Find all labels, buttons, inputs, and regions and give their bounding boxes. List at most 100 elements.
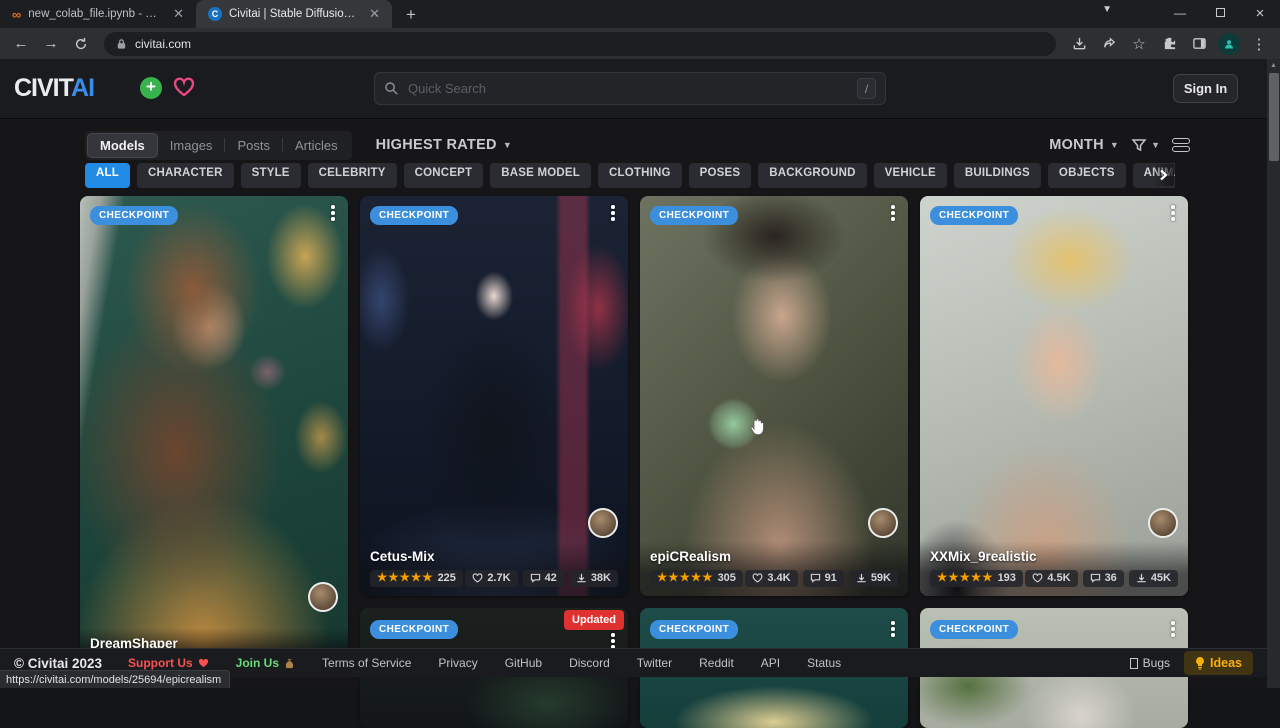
- sign-in-button[interactable]: Sign In: [1173, 74, 1238, 103]
- layout-toggle-button[interactable]: [1172, 138, 1190, 152]
- filter-chip-clothing[interactable]: CLOTHING: [598, 163, 682, 188]
- page-scrollbar[interactable]: ▲: [1267, 59, 1280, 688]
- tab-images[interactable]: Images: [158, 134, 225, 157]
- download-page-icon[interactable]: [1066, 31, 1092, 57]
- new-tab-button[interactable]: +: [392, 5, 430, 28]
- period-dropdown[interactable]: MONTH▼: [1049, 137, 1119, 153]
- tab-models[interactable]: Models: [87, 133, 158, 158]
- tab-civitai[interactable]: C Civitai | Stable Diffusion models, ✕: [196, 0, 392, 28]
- model-card-xxmix-9realistic[interactable]: CHECKPOINT XXMix_9realistic ★★★★★193 4.5…: [920, 196, 1188, 596]
- filter-dropdown[interactable]: ▼: [1131, 137, 1160, 153]
- tab-title: new_colab_file.ipynb - Colaborat: [28, 8, 164, 20]
- restore-button[interactable]: [1200, 6, 1240, 20]
- downloads-pill: 45K: [1129, 570, 1178, 587]
- creator-avatar[interactable]: [868, 508, 898, 538]
- browser-status-bubble: https://civitai.com/models/25694/epicrea…: [0, 670, 230, 688]
- search-input[interactable]: Quick Search /: [374, 72, 886, 105]
- rating-pill: ★★★★★305: [650, 570, 743, 588]
- filter-chip-all[interactable]: ALL: [85, 163, 130, 188]
- likes-pill: 3.4K: [745, 570, 797, 587]
- back-button[interactable]: ←: [8, 31, 34, 57]
- close-window-button[interactable]: ×: [1240, 5, 1280, 22]
- window-controls: — ×: [1160, 0, 1280, 26]
- reload-button[interactable]: [68, 31, 94, 57]
- bookmark-star-icon[interactable]: ☆: [1126, 31, 1152, 57]
- downloads-pill: 59K: [849, 570, 898, 587]
- card-menu-kebab-icon[interactable]: [884, 202, 902, 224]
- footer-link-status[interactable]: Status: [807, 656, 841, 670]
- footer-link-join-us[interactable]: Join Us: [236, 656, 295, 670]
- search-shortcut-key: /: [857, 78, 876, 99]
- chevron-right-icon: [1157, 169, 1169, 181]
- bugs-button[interactable]: Bugs: [1130, 656, 1170, 670]
- model-title: XXMix_9realistic: [930, 549, 1178, 564]
- heart-icon: [198, 658, 209, 668]
- heart-icon: [472, 573, 483, 583]
- card-menu-kebab-icon[interactable]: [1164, 618, 1182, 640]
- download-icon: [856, 573, 867, 584]
- side-panel-icon[interactable]: [1186, 31, 1212, 57]
- card-menu-kebab-icon[interactable]: [1164, 202, 1182, 224]
- footer-link-privacy[interactable]: Privacy: [438, 656, 477, 670]
- model-type-badge: CHECKPOINT: [650, 206, 738, 225]
- footer-link-terms[interactable]: Terms of Service: [322, 656, 411, 670]
- support-heart-icon[interactable]: [172, 76, 196, 98]
- filter-chip-style[interactable]: STYLE: [241, 163, 301, 188]
- star-icons: ★★★★★: [377, 573, 434, 585]
- tab-search-chevron-icon[interactable]: ▼: [1102, 4, 1112, 15]
- card-menu-kebab-icon[interactable]: [604, 202, 622, 224]
- card-menu-kebab-icon[interactable]: [884, 618, 902, 640]
- filter-chip-character[interactable]: CHARACTER: [137, 163, 234, 188]
- share-icon[interactable]: [1096, 31, 1122, 57]
- model-card-epicrealism[interactable]: CHECKPOINT epiCRealism ★★★★★305 3.4K 91 …: [640, 196, 908, 596]
- filter-chip-objects[interactable]: OBJECTS: [1048, 163, 1126, 188]
- forward-button[interactable]: →: [38, 31, 64, 57]
- address-bar[interactable]: civitai.com: [104, 32, 1056, 56]
- tab-close-icon[interactable]: ✕: [367, 6, 382, 22]
- create-plus-button[interactable]: +: [140, 77, 162, 99]
- likes-pill: 2.7K: [465, 570, 517, 587]
- civitai-logo[interactable]: CIVITAI: [14, 74, 94, 103]
- ideas-button[interactable]: Ideas: [1184, 651, 1253, 675]
- comment-icon: [530, 573, 541, 583]
- footer-link-github[interactable]: GitHub: [505, 656, 542, 670]
- lightbulb-icon: [1195, 657, 1205, 670]
- browser-toolbar: ← → civitai.com ☆ ⋮: [0, 28, 1280, 59]
- comments-pill: 36: [1083, 570, 1124, 587]
- content-type-tabs: Models Images Posts Articles: [85, 131, 352, 160]
- filter-chip-vehicle[interactable]: VEHICLE: [874, 163, 947, 188]
- filter-chip-buildings[interactable]: BUILDINGS: [954, 163, 1041, 188]
- filter-chip-celebrity[interactable]: CELEBRITY: [308, 163, 397, 188]
- scroll-up-arrow-icon[interactable]: ▲: [1267, 59, 1280, 72]
- tab-posts[interactable]: Posts: [225, 134, 282, 157]
- footer-link-api[interactable]: API: [761, 656, 780, 670]
- footer-link-discord[interactable]: Discord: [569, 656, 610, 670]
- lock-icon: [116, 38, 127, 50]
- filter-chip-background[interactable]: BACKGROUND: [758, 163, 866, 188]
- creator-avatar[interactable]: [588, 508, 618, 538]
- card-menu-kebab-icon[interactable]: [324, 202, 342, 224]
- minimize-button[interactable]: —: [1160, 6, 1200, 20]
- filters-scroll-right-button[interactable]: [1152, 164, 1174, 186]
- creator-avatar[interactable]: [1148, 508, 1178, 538]
- model-card-cetus-mix[interactable]: CHECKPOINT Cetus-Mix ★★★★★225 2.7K 42 38…: [360, 196, 628, 596]
- footer-link-twitter[interactable]: Twitter: [637, 656, 672, 670]
- creator-avatar[interactable]: [308, 582, 338, 612]
- extensions-puzzle-icon[interactable]: [1156, 31, 1182, 57]
- footer-link-support-us[interactable]: Support Us: [128, 656, 209, 670]
- updated-badge: Updated: [564, 610, 624, 630]
- sort-dropdown[interactable]: HIGHEST RATED▼: [376, 137, 512, 153]
- filter-chip-concept[interactable]: CONCEPT: [404, 163, 484, 188]
- browser-profile-avatar[interactable]: [1216, 31, 1242, 57]
- model-card-dreamshaper[interactable]: CHECKPOINT DreamShaper: [80, 196, 348, 660]
- tab-articles[interactable]: Articles: [283, 134, 350, 157]
- tab-colab[interactable]: ∞ new_colab_file.ipynb - Colaborat ✕: [0, 0, 196, 28]
- tab-close-icon[interactable]: ✕: [171, 6, 186, 22]
- filter-chip-base-model[interactable]: BASE MODEL: [490, 163, 591, 188]
- filter-chip-poses[interactable]: POSES: [689, 163, 752, 188]
- comment-icon: [810, 573, 821, 583]
- scrollbar-thumb[interactable]: [1269, 73, 1279, 161]
- footer-link-reddit[interactable]: Reddit: [699, 656, 734, 670]
- model-type-badge: CHECKPOINT: [930, 620, 1018, 639]
- browser-menu-kebab-icon[interactable]: ⋮: [1246, 31, 1272, 57]
